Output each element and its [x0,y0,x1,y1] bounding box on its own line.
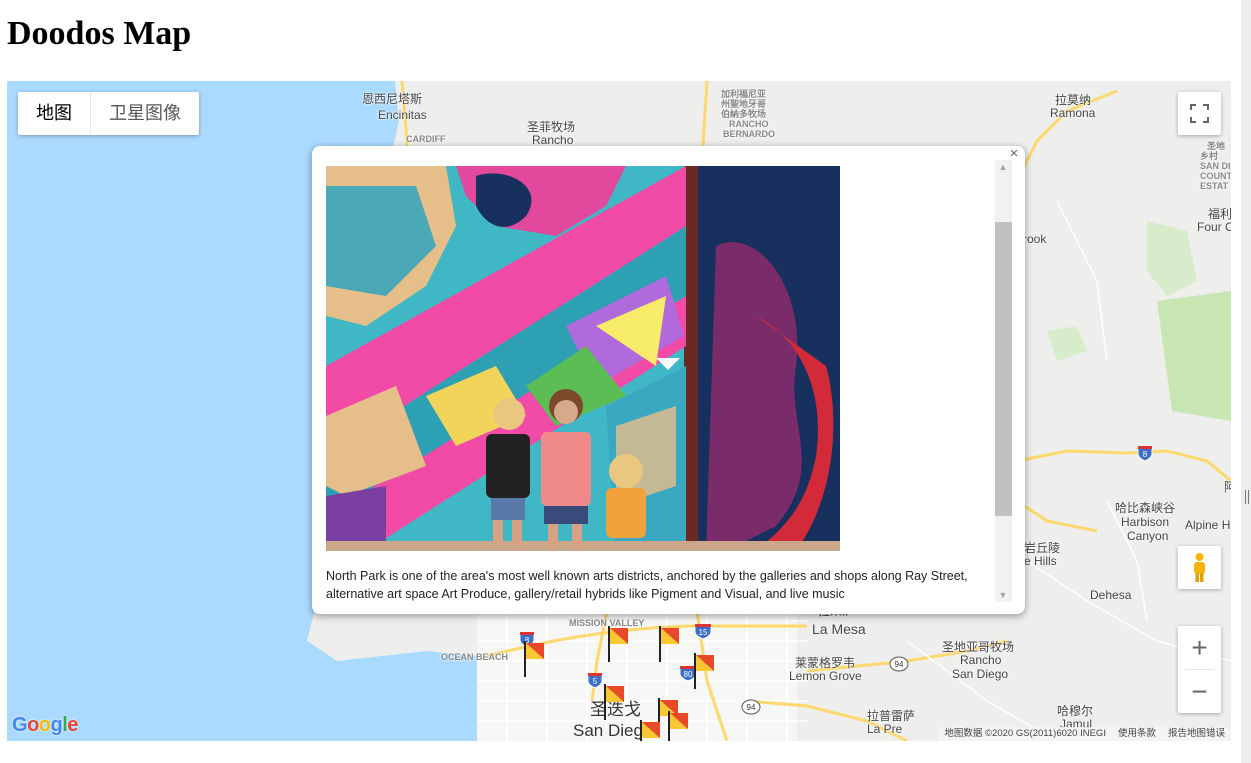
place-label-rb2: BERNARDO [723,129,776,139]
map-attribution: 地图数据 ©2020 GS(2011)6020 INEGI 使用条款 报告地图错… [938,727,1231,741]
place-label-estate4: COUNT [1200,171,1231,181]
report-error-link[interactable]: 报告地图错误 [1168,727,1225,741]
page-scrollbar[interactable] [1241,0,1251,763]
zoom-control: + − [1178,626,1221,713]
place-label-estate2: 乡村 [1200,151,1219,161]
place-label-harbison2: Canyon [1127,529,1169,543]
place-label-four-cn: 福利 [1208,207,1231,221]
map-type-roadmap-button[interactable]: 地图 [18,92,91,135]
info-window-scrollbar[interactable]: ▲ ▼ [995,160,1012,602]
place-label-encinitas-cn: 恩西尼塔斯 [362,92,423,106]
street-view-button[interactable] [1178,546,1221,589]
place-label-estate5: ESTAT [1200,181,1229,191]
svg-text:5: 5 [593,677,598,686]
place-label-four: Four C [1197,220,1231,234]
highway-shield-15-icon: 15 [694,624,712,639]
flag-marker-icon[interactable] [607,626,631,662]
place-label-lapresa: La Pre [867,722,903,736]
pegman-icon [1194,553,1205,582]
svg-text:94: 94 [895,660,904,669]
place-label-ocean: OCEAN BEACH [441,652,509,662]
place-label-santafe: Rancho [532,133,574,147]
place-label-rb-cn1: 加利福尼亚 [721,89,767,99]
place-label-estate3: SAN DI [1200,161,1231,171]
svg-text:8: 8 [1143,450,1148,459]
highway-shield-94a-icon: 94 [889,656,909,672]
place-label-jamul-cn: 哈穆尔 [1057,704,1094,718]
place-label-estate1: 圣地 [1207,141,1226,151]
info-window: × North Park is one of the area's most w… [312,146,1025,614]
flag-marker-icon[interactable] [693,653,717,689]
place-label-rsd1: Rancho [960,653,1002,667]
scroll-up-icon[interactable]: ▲ [998,162,1008,172]
close-icon[interactable]: × [1007,146,1021,161]
scroll-down-icon[interactable]: ▼ [998,590,1008,600]
mural-image [326,166,840,551]
zoom-in-button[interactable]: + [1178,626,1221,669]
map-type-control: 地图 卫星图像 [18,92,199,135]
svg-text:94: 94 [747,703,756,712]
fullscreen-button[interactable] [1178,92,1221,135]
flag-marker-icon[interactable] [667,711,691,741]
place-label-cresthills-cn: 岩丘陵 [1024,541,1061,555]
place-label-rb-cn2: 州聖地牙哥 [721,99,767,109]
place-label-lapresa-cn: 拉普雷萨 [867,709,916,723]
place-label-lamesa: La Mesa [812,621,866,637]
scrollbar-thumb[interactable] [995,222,1012,516]
flag-marker-icon[interactable] [639,720,663,741]
highway-shield-5-icon: 5 [587,673,603,688]
place-label-cresthills: e Hills [1024,554,1057,568]
flag-marker-icon[interactable] [523,641,547,677]
svg-text:80: 80 [684,670,693,679]
place-label-santafe-cn: 圣菲牧场 [527,120,576,134]
google-logo: Google [12,714,78,736]
map-data-credit: 地图数据 ©2020 GS(2011)6020 INEGI [944,728,1106,739]
place-label-ramona: Ramona [1050,106,1096,120]
place-label-harbison1: Harbison [1121,515,1170,529]
map-type-satellite-button[interactable]: 卫星图像 [91,92,199,135]
page-scrollbar-grip[interactable] [1245,490,1249,504]
svg-text:15: 15 [699,628,708,637]
map-container[interactable]: 恩西尼塔斯 Encinitas CARDIFF 圣菲牧场 Rancho 加利福尼… [7,81,1231,741]
highway-shield-94b-icon: 94 [741,699,761,715]
place-label-lemon: Lemon Grove [789,669,862,683]
place-label-encinitas: Encinitas [378,108,427,122]
place-label-rsd2: San Diego [952,667,1009,681]
place-label-rb-cn3: 伯納多牧场 [721,109,767,119]
highway-shield-8-icon: 8 [1137,446,1153,461]
fullscreen-icon [1190,104,1209,123]
place-label-harbison-cn: 哈比森峡谷 [1115,501,1176,515]
place-label-edge: 阿 [1224,480,1231,494]
flag-marker-icon[interactable] [603,684,627,720]
place-label-ramona-cn: 拉莫纳 [1055,93,1092,107]
place-label-lemon-cn: 莱蒙格罗韦 [795,656,856,670]
info-window-caption: North Park is one of the area's most wel… [326,569,968,601]
terms-link[interactable]: 使用条款 [1118,727,1156,741]
mural-photo [326,166,840,551]
place-label-rsd-cn: 圣地亚哥牧场 [942,640,1015,654]
place-label-cardiff: CARDIFF [406,134,446,144]
page-title: Doodos Map [7,15,192,52]
zoom-out-button[interactable]: − [1178,670,1221,713]
place-label-rb1: RANCHO [729,119,769,129]
place-label-rook: rook [1023,232,1047,246]
place-label-dehesa: Dehesa [1090,588,1132,602]
flag-marker-icon[interactable] [658,626,682,662]
place-label-alpine: Alpine H [1185,518,1231,532]
